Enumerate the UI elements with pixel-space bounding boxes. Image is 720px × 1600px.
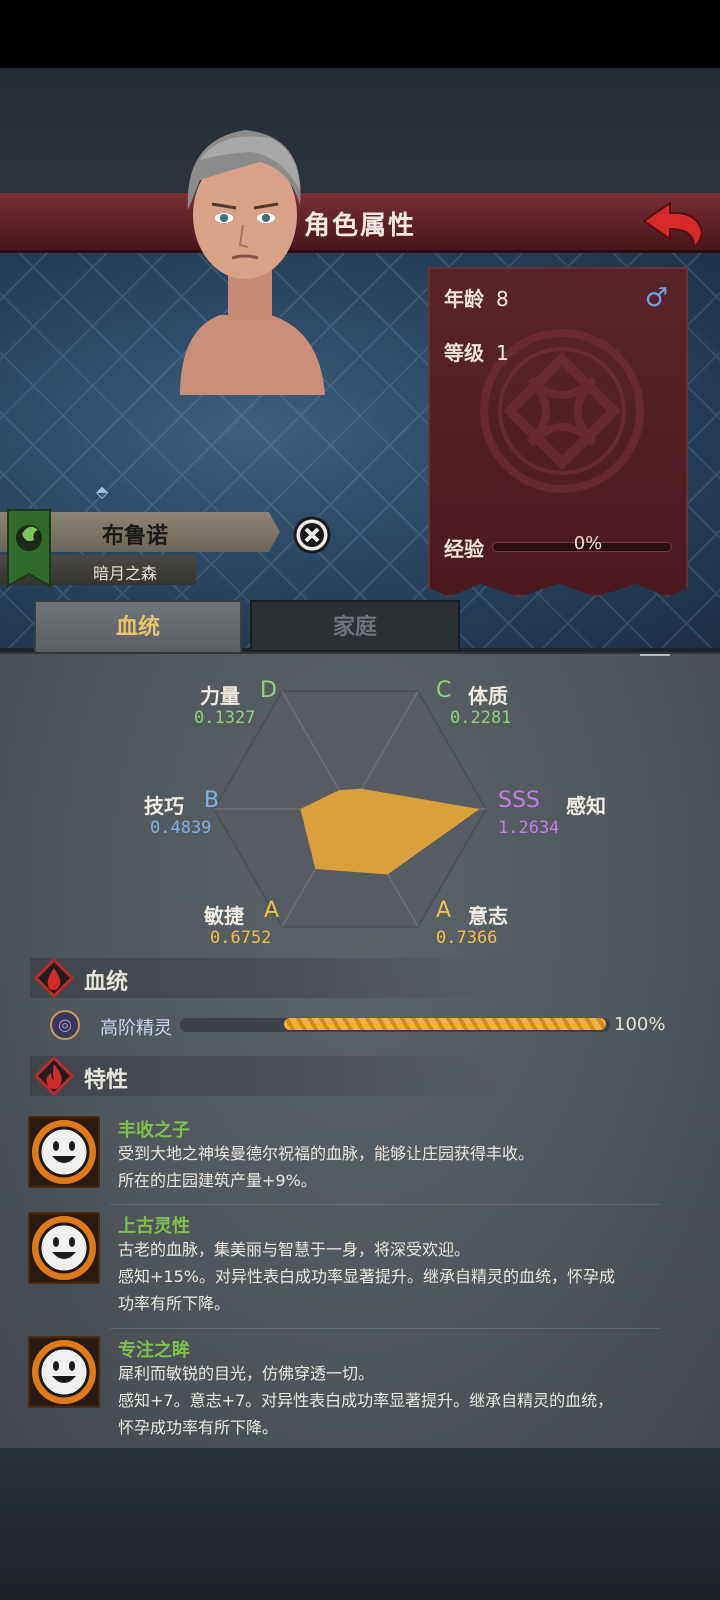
stat-value-agility: 0.6752 bbox=[210, 928, 272, 948]
stats-radar-chart bbox=[212, 690, 488, 928]
stat-grade-strength: D bbox=[260, 678, 277, 703]
trait-description-line: 古老的血脉，集美丽与智慧于一身，将深受欢迎。 bbox=[118, 1240, 471, 1259]
stat-value-will: 0.7366 bbox=[436, 928, 498, 948]
page-title: 角色属性 bbox=[303, 211, 416, 241]
trait-description-line: 所在的庄园建筑产量+9%。 bbox=[118, 1171, 317, 1190]
trait-title: 专注之眸 bbox=[118, 1340, 190, 1361]
exp-value: 0% bbox=[573, 533, 603, 554]
stat-value-perception: 1.2634 bbox=[498, 818, 560, 838]
trait-smiley-icon bbox=[28, 1212, 100, 1284]
elf-bloodline-icon: ◎ bbox=[50, 1010, 80, 1040]
age-value: 8 bbox=[496, 287, 509, 311]
header-bar: 角色属性 bbox=[0, 193, 720, 253]
stat-grade-perception: SSS bbox=[498, 788, 540, 813]
stat-name-agility: 敏捷 bbox=[204, 904, 244, 928]
rank-icon: ⬘ bbox=[96, 482, 109, 501]
level-value: 1 bbox=[496, 341, 509, 365]
bloodline-progress-fill bbox=[284, 1018, 606, 1030]
faction-banner-icon bbox=[7, 509, 51, 588]
bottom-background bbox=[0, 1448, 720, 1600]
age-label: 年龄 bbox=[444, 287, 484, 311]
stat-grade-agility: A bbox=[264, 898, 280, 923]
stat-grade-skill: B bbox=[204, 788, 220, 813]
tab-family[interactable]: 家庭 bbox=[250, 600, 460, 652]
stat-value-skill: 0.4839 bbox=[150, 818, 212, 838]
trait-description-line: 功率有所下降。 bbox=[118, 1294, 231, 1313]
stat-name-perception: 感知 bbox=[566, 794, 606, 818]
stat-name-strength: 力量 bbox=[200, 684, 240, 708]
trait-title: 丰收之子 bbox=[118, 1120, 190, 1141]
trait-description: 犀利而敏锐的目光，仿佛穿透一切。感知+7。意志+7。对异性表白成功率显著提升。继… bbox=[118, 1360, 698, 1441]
bloodline-percent: 100% bbox=[614, 1014, 666, 1035]
trait-title: 上古灵性 bbox=[118, 1216, 190, 1237]
stat-name-constitution: 体质 bbox=[468, 684, 508, 708]
level-label: 等级 bbox=[444, 341, 484, 365]
top-background bbox=[0, 68, 720, 193]
trait-separator bbox=[110, 1328, 660, 1329]
stat-value-constitution: 0.2281 bbox=[450, 708, 512, 728]
stat-grade-will: A bbox=[436, 898, 452, 923]
faction-name: 暗月之森 bbox=[92, 564, 157, 583]
trait-separator bbox=[110, 1204, 660, 1205]
info-panel: 年龄 8 ♂ 等级 1 经验 0% bbox=[428, 267, 688, 597]
blood-drop-icon bbox=[34, 958, 74, 998]
male-icon: ♂ bbox=[644, 283, 668, 313]
bloodline-panel: 力量 D 0.1327 C 体质 0.2281 SSS 感知 1.2634 A … bbox=[0, 652, 720, 1448]
age-row: 年龄 8 bbox=[444, 283, 509, 312]
stat-grade-constitution: C bbox=[436, 678, 452, 703]
tab-bloodline[interactable]: 血统 bbox=[34, 600, 242, 652]
top-bar bbox=[0, 0, 720, 68]
bloodline-section-title: 血统 bbox=[84, 970, 129, 995]
close-icon[interactable] bbox=[293, 516, 331, 554]
traits-section-title: 特性 bbox=[84, 1068, 129, 1093]
stat-value-strength: 0.1327 bbox=[194, 708, 256, 728]
trait-description-line: 受到大地之神埃曼德尔祝福的血脉，能够让庄园获得丰收。 bbox=[118, 1144, 535, 1163]
trait-smiley-icon bbox=[28, 1116, 100, 1188]
stat-name-skill: 技巧 bbox=[144, 794, 184, 818]
character-name: 布鲁诺 bbox=[101, 524, 168, 549]
trait-smiley-icon bbox=[28, 1336, 100, 1408]
trait-description-line: 感知+15%。对异性表白成功率显著提升。继承自精灵的血统，怀孕成 bbox=[118, 1267, 615, 1286]
level-row: 等级 1 bbox=[444, 337, 509, 366]
trait-description-line: 怀孕成功率有所下降。 bbox=[118, 1418, 279, 1437]
character-portrait bbox=[180, 130, 325, 395]
trait-description: 古老的血脉，集美丽与智慧于一身，将深受欢迎。感知+15%。对异性表白成功率显著提… bbox=[118, 1236, 698, 1317]
back-arrow-icon[interactable] bbox=[640, 199, 706, 249]
trait-description-line: 感知+7。意志+7。对异性表白成功率显著提升。继承自精灵的血统， bbox=[118, 1391, 614, 1410]
trait-description-line: 犀利而敏锐的目光，仿佛穿透一切。 bbox=[118, 1364, 375, 1383]
bloodline-name: 高阶精灵 bbox=[100, 1018, 172, 1039]
trait-description: 受到大地之神埃曼德尔祝福的血脉，能够让庄园获得丰收。 所在的庄园建筑产量+9%。 bbox=[118, 1140, 698, 1194]
flame-icon bbox=[34, 1056, 74, 1096]
stat-name-will: 意志 bbox=[468, 904, 508, 928]
